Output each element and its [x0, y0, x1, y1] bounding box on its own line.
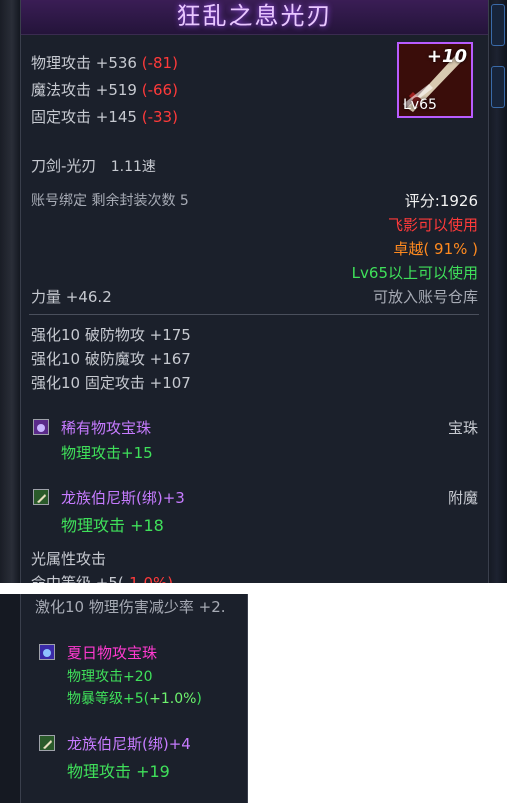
item-name: 狂乱之息光刃 [176, 2, 333, 30]
compare-enchant-effect: 物理攻击 +19 [67, 762, 170, 781]
stat-diff: (-66) [141, 81, 178, 99]
compare-gem-effect2: 物暴等级+5(+1.0%) [67, 691, 202, 707]
item-score: 评分:1926 [404, 192, 478, 210]
compare-tooltip: 激化10 物理伤害减少率 +2. 夏日物攻宝珠 物理攻击+20 物暴等级+5(+… [20, 594, 248, 803]
background-left [0, 0, 20, 583]
enhance-line: 强化10 破防物攻 +175 [31, 326, 191, 344]
enchant-name: 龙族伯尼斯(绑)+3 [61, 489, 185, 507]
stat-magic-attack: 魔法攻击 +519 (-66) [31, 81, 178, 99]
background-bottom-left [0, 594, 20, 803]
gem-tag: 宝珠 [447, 419, 478, 437]
compare-gem-name: 夏日物攻宝珠 [67, 644, 158, 662]
background-bottom-right [247, 594, 507, 803]
hit-rate-line: 命中等级 +5(-1.0%) [31, 574, 174, 583]
usable-class: 飞影可以使用 [387, 216, 478, 234]
enhance-badge: +10 [426, 46, 467, 67]
element-attack: 光属性攻击 [31, 550, 107, 568]
storage-info: 可放入账号仓库 [372, 288, 478, 306]
enhance-line: 强化10 破防魔攻 +167 [31, 350, 191, 368]
enhance-line: 强化10 固定攻击 +107 [31, 374, 191, 392]
stat-diff: (-81) [141, 54, 178, 72]
gem-effect: 物理攻击+15 [61, 444, 153, 462]
gem-icon [39, 644, 55, 660]
enchant-effect: 物理攻击 +18 [61, 516, 164, 535]
compare-gem-effect1: 物理攻击+20 [67, 669, 153, 685]
level-badge: Lv65 [403, 97, 437, 113]
activate-line: 激化10 物理伤害减少率 +2. [35, 598, 226, 616]
enchant-icon [33, 489, 49, 505]
enchant-icon [39, 735, 55, 751]
side-button-top[interactable] [491, 4, 505, 46]
stat-physical-attack: 物理攻击 +536 (-81) [31, 54, 178, 72]
weapon-type: 刀剑-光刃 1.11速 [31, 157, 156, 175]
gem-icon [33, 419, 49, 435]
compare-enchant-name: 龙族伯尼斯(绑)+4 [67, 735, 191, 753]
side-button-middle[interactable] [491, 66, 505, 108]
level-requirement: Lv65以上可以使用 [351, 264, 478, 282]
divider [29, 314, 479, 315]
attack-speed: 1.11速 [110, 159, 156, 175]
weapon-icon[interactable]: +10 Lv65 [397, 42, 473, 118]
enchant-tag: 附魔 [447, 489, 478, 507]
stat-fixed-attack: 固定攻击 +145 (-33) [31, 108, 178, 126]
title-bar: 狂乱之息光刃 [21, 0, 488, 35]
stat-diff: (-33) [141, 108, 178, 126]
background-right [487, 0, 507, 583]
rarity: 卓越( 91% ) [393, 240, 478, 258]
gem-name: 稀有物攻宝珠 [61, 419, 152, 437]
strength-stat: 力量 +46.2 [31, 288, 112, 306]
gap [0, 583, 507, 594]
item-tooltip: 狂乱之息光刃 物理攻击 +536 (-81) 魔法攻击 +519 (-66) 固… [20, 0, 489, 583]
binding-info: 账号绑定 剩余封装次数 5 [31, 193, 189, 209]
